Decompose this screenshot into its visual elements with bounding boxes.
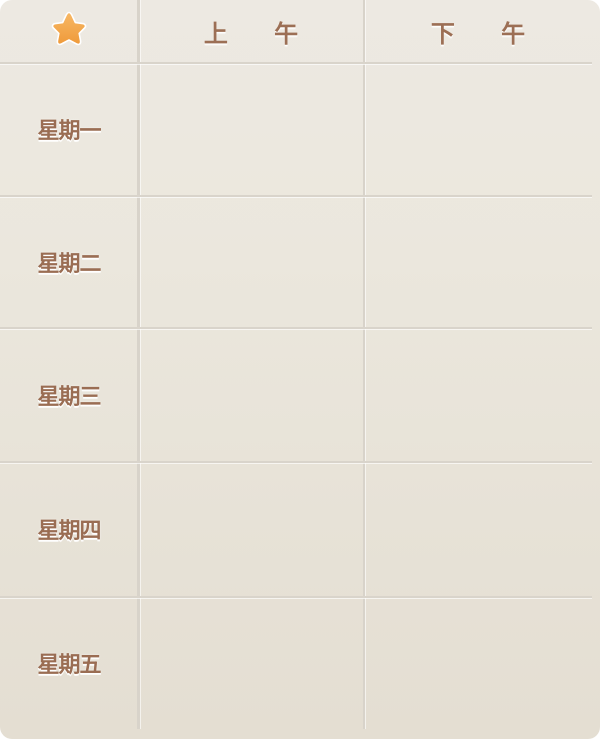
slot-thursday-morning[interactable] [138, 461, 364, 596]
row-divider [0, 62, 592, 64]
slot-friday-morning[interactable] [138, 596, 364, 729]
corner-cell [0, 0, 138, 62]
slot-friday-afternoon[interactable] [364, 596, 592, 729]
day-label: 星期三 [37, 384, 101, 410]
column-divider [363, 0, 365, 729]
slot-wednesday-afternoon[interactable] [364, 328, 592, 461]
row-header-thursday: 星期四 [0, 461, 138, 596]
row-divider [0, 461, 592, 463]
schedule-grid: 上 午 下 午 星期一 星期二 星期三 星期四 星期五 [0, 0, 592, 729]
day-label: 星期二 [37, 251, 101, 277]
row-divider [0, 327, 592, 329]
slot-tuesday-morning[interactable] [138, 195, 364, 328]
column-header-label: 上 午 [203, 19, 318, 48]
column-header-afternoon: 下 午 [364, 0, 592, 62]
column-header-morning: 上 午 [138, 0, 364, 62]
schedule-board: 上 午 下 午 星期一 星期二 星期三 星期四 星期五 [0, 0, 600, 739]
slot-thursday-afternoon[interactable] [364, 461, 592, 596]
day-label: 星期一 [37, 118, 101, 144]
slot-tuesday-afternoon[interactable] [364, 195, 592, 328]
day-label: 星期五 [37, 652, 101, 678]
row-divider [0, 596, 592, 598]
row-header-monday: 星期一 [0, 62, 138, 195]
slot-wednesday-morning[interactable] [138, 328, 364, 461]
row-header-friday: 星期五 [0, 596, 138, 729]
row-header-wednesday: 星期三 [0, 328, 138, 461]
row-header-tuesday: 星期二 [0, 195, 138, 328]
column-divider [137, 0, 140, 729]
column-header-label: 下 午 [430, 19, 545, 48]
slot-monday-morning[interactable] [138, 62, 364, 195]
star-icon [46, 8, 92, 54]
slot-monday-afternoon[interactable] [364, 62, 592, 195]
row-divider [0, 195, 592, 197]
day-label: 星期四 [37, 518, 101, 544]
